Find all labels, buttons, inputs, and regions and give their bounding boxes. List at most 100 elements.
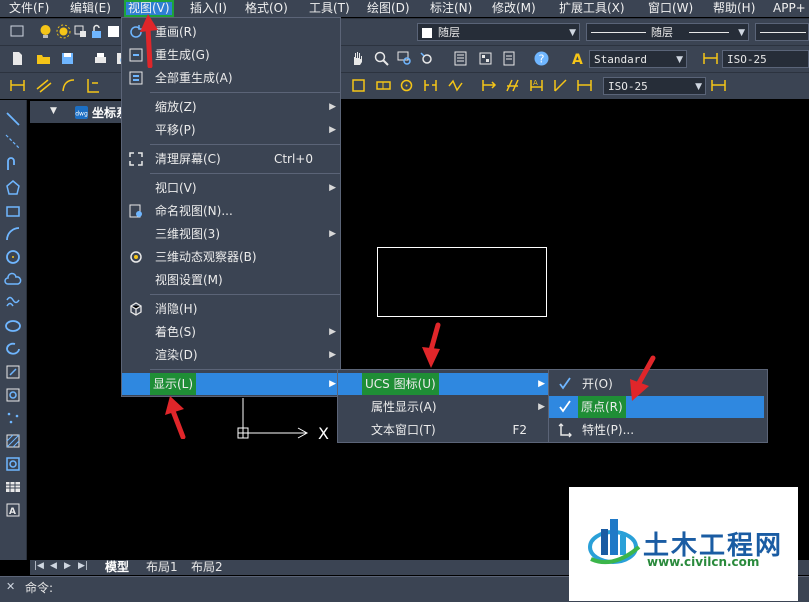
menu-draw[interactable]: 绘图(D) [367,0,410,17]
dim-text-edit-icon[interactable]: A [528,77,545,94]
dim-style-apply-icon[interactable] [710,77,727,94]
menu-item-render[interactable]: 渲染(D) ▶ [122,344,340,366]
ordinate-dim-icon[interactable] [84,77,101,94]
viewport-freeze-icon[interactable] [72,23,89,40]
dim-update-icon[interactable] [480,77,497,94]
arc-icon[interactable] [4,225,22,243]
dim-style-icon[interactable] [702,50,719,67]
menu-item-regen-all[interactable]: 全部重生成(A) [122,67,340,89]
tab-layout2[interactable]: 布局2 [188,560,226,575]
menu-item-viewports[interactable]: 视口(V) ▶ [122,177,340,199]
make-block-icon[interactable] [4,386,22,404]
lineweight-combo[interactable] [755,23,809,41]
hatch-icon[interactable] [4,432,22,450]
menu-item-text-window[interactable]: 文本窗口(T) F2 [338,419,549,441]
dim-oblique-icon[interactable] [504,77,521,94]
polyline-icon[interactable] [4,156,22,174]
new-file-icon[interactable] [9,50,26,67]
menu-item-ucs-icon[interactable]: UCS 图标(U) ▶ [338,373,549,395]
help-icon[interactable]: ? [533,50,550,67]
menu-item-3d-views[interactable]: 三维视图(3) ▶ [122,223,340,245]
menu-modify[interactable]: 修改(M) [492,0,536,17]
properties-icon[interactable] [452,50,469,67]
menu-item-3d-orbit[interactable]: 三维动态观察器(B) [122,246,340,268]
text-style-icon[interactable]: A [569,50,586,67]
table-icon[interactable] [4,478,22,496]
dim-break-icon[interactable] [422,77,439,94]
menu-express[interactable]: 扩展工具(X) [559,0,625,17]
zoom-realtime-icon[interactable] [373,50,390,67]
rectangle-icon[interactable] [4,202,22,220]
lock-icon[interactable] [88,23,105,40]
revision-cloud-icon[interactable] [4,271,22,289]
menu-item-attribute-display[interactable]: 属性显示(A) ▶ [338,396,549,418]
open-folder-icon[interactable] [35,50,52,67]
menu-item-pan[interactable]: 平移(P) ▶ [122,119,340,141]
linear-dim-icon[interactable] [9,77,26,94]
next-tab-icon[interactable]: ▶ [64,561,71,571]
linetype-combo[interactable]: 随层 ▼ [586,23,749,41]
tab-layout1[interactable]: 布局1 [143,560,181,575]
sun-icon[interactable] [55,23,72,40]
save-icon[interactable] [59,50,76,67]
circle-icon[interactable] [4,248,22,266]
center-mark-icon[interactable] [398,77,415,94]
construction-line-icon[interactable] [4,133,22,151]
aligned-dim-icon[interactable] [35,77,52,94]
menu-insert[interactable]: 插入(I) [190,0,227,17]
mtext-icon[interactable]: A [4,501,22,519]
spline-icon[interactable] [4,294,22,312]
ellipse-icon[interactable] [4,317,22,335]
zoom-previous-icon[interactable] [418,50,435,67]
menu-item-ucs-on[interactable]: 开(O) [549,373,767,395]
design-center-icon[interactable] [477,50,494,67]
layer-state-icon[interactable] [9,23,26,40]
menu-edit[interactable]: 编辑(E) [70,0,111,17]
tab-model[interactable]: 模型 [102,560,132,575]
prev-tab-icon[interactable]: ◀ [50,561,57,571]
menu-item-clean-screen[interactable]: 清理屏幕(C) Ctrl+0 [122,148,340,170]
arc-length-icon[interactable] [60,77,77,94]
menu-tools[interactable]: 工具(T) [309,0,350,17]
menu-item-hide[interactable]: 消隐(H) [122,298,340,320]
menu-help[interactable]: 帮助(H) [713,0,755,17]
pan-hand-icon[interactable] [349,50,366,67]
dim-text-angle-icon[interactable] [552,77,569,94]
line-icon[interactable] [4,110,22,128]
region-icon[interactable] [4,455,22,473]
polygon-icon[interactable] [4,179,22,197]
menu-dimension[interactable]: 标注(N) [430,0,472,17]
menu-item-ucs-properties[interactable]: 特性(P)... [549,419,767,441]
zoom-window-icon[interactable] [396,50,413,67]
insert-block-icon[interactable] [4,363,22,381]
menu-file[interactable]: 文件(F) [9,0,49,17]
tool-palette-icon[interactable] [501,50,518,67]
menu-item-zoom[interactable]: 缩放(Z) ▶ [122,96,340,118]
menu-window[interactable]: 窗口(W) [648,0,693,17]
close-icon[interactable]: ✕ [6,580,15,593]
first-tab-icon[interactable]: |◀ [34,561,44,571]
print-icon[interactable] [92,50,109,67]
dim-style-combo-2[interactable]: ISO-25 ▼ [603,77,706,95]
dim-style-manager-icon[interactable] [576,77,593,94]
menu-item-display[interactable]: 显示(L) ▶ [122,373,340,395]
point-icon[interactable] [4,409,22,427]
jogged-dim-icon[interactable] [447,77,464,94]
drawn-rectangle[interactable] [377,247,547,317]
menu-item-view-settings[interactable]: 视图设置(M) [122,269,340,291]
tolerance-icon[interactable] [375,77,392,94]
menu-app[interactable]: APP+ [773,0,806,17]
ellipse-arc-icon[interactable] [4,340,22,358]
last-tab-icon[interactable]: ▶| [78,561,88,571]
lightbulb-icon[interactable] [37,23,54,40]
menu-format[interactable]: 格式(O) [245,0,288,17]
color-swatch-icon[interactable] [105,23,122,40]
chevron-down-icon[interactable]: ▼ [50,106,57,116]
menu-item-label: 重生成(G) [155,48,210,62]
dim-edit-icon[interactable] [350,77,367,94]
color-combo[interactable]: 随层 ▼ [417,23,580,41]
menu-item-named-views[interactable]: 命名视图(N)... [122,200,340,222]
text-style-combo[interactable]: Standard ▼ [589,50,687,68]
dim-style-combo[interactable]: ISO-25 [722,50,809,68]
menu-item-shade[interactable]: 着色(S) ▶ [122,321,340,343]
